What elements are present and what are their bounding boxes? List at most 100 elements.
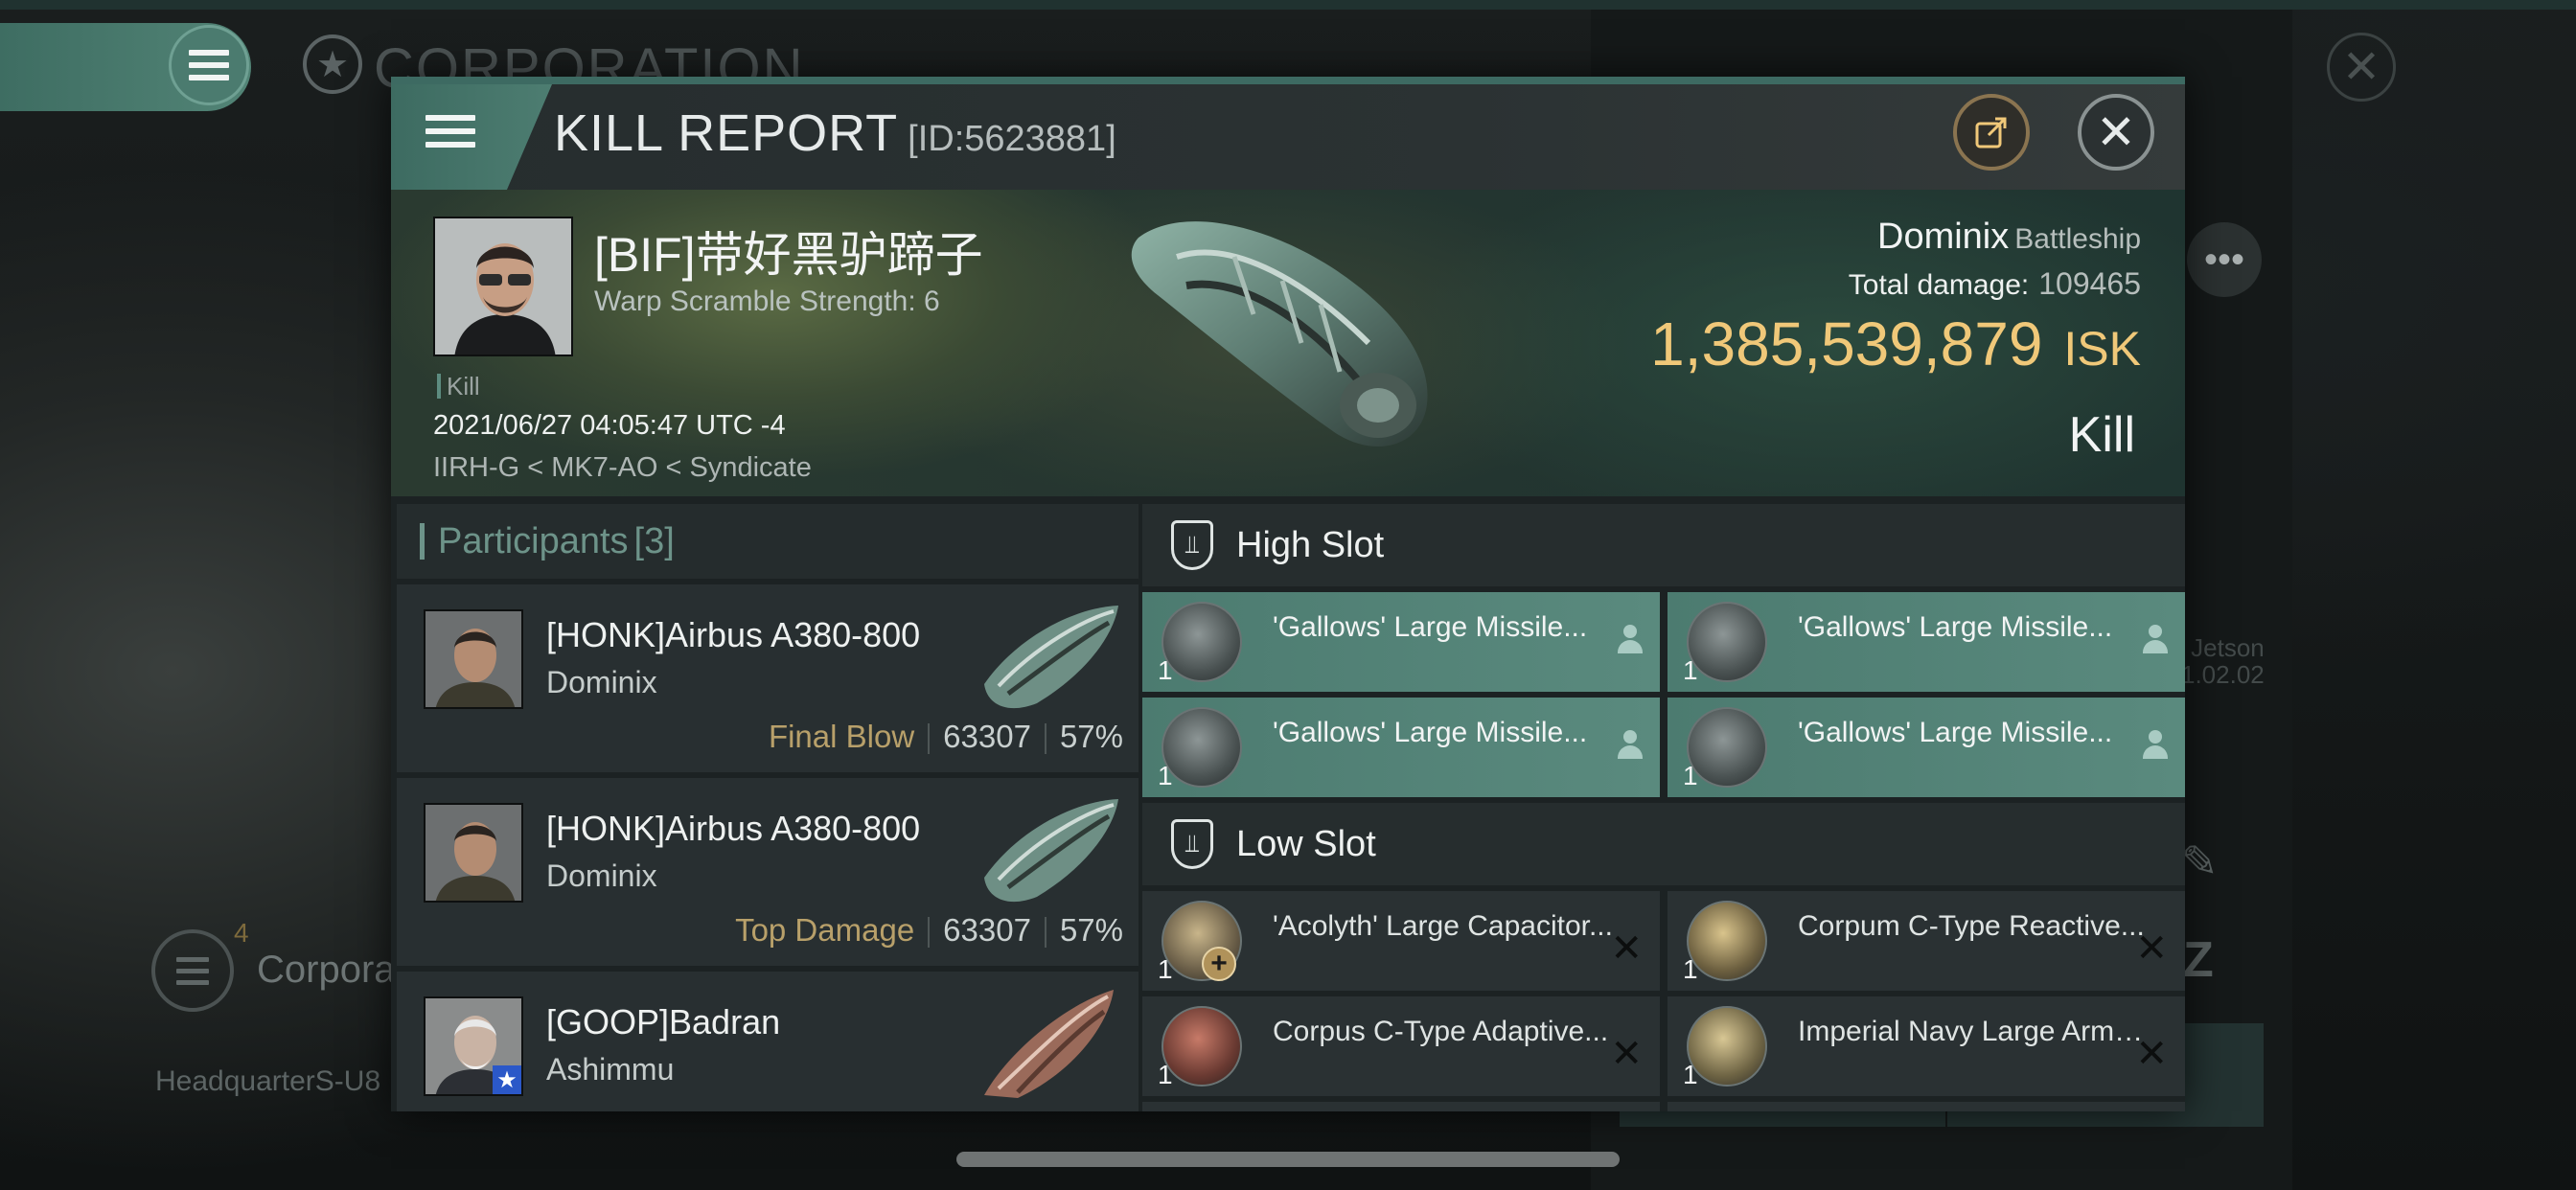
background-close-icon[interactable]: ✕ — [2327, 33, 2396, 102]
high-slot-icon: ⫫ — [1171, 520, 1213, 570]
victim-portrait-image — [435, 218, 571, 355]
person-icon — [2141, 730, 2168, 763]
armor-hardener-icon — [1162, 1006, 1242, 1087]
more-options-icon[interactable]: ••• — [2187, 222, 2262, 297]
high-slot-header: ⫫ High Slot — [1142, 504, 2185, 586]
total-damage-value: 109465 — [2038, 266, 2141, 301]
title-text: KILL REPORT — [554, 104, 899, 162]
hq-label: Headquarter — [155, 1065, 315, 1097]
participants-header: Participants [3] — [397, 504, 1138, 579]
participants-count: [3] — [633, 520, 675, 561]
participant-name: [HONK]Airbus A380-800 — [546, 809, 921, 848]
participant-ship: Dominix — [546, 665, 657, 699]
module-item[interactable]: 1 'Gallows' Large Missile... — [1142, 698, 1660, 797]
home-indicator[interactable] — [956, 1152, 1620, 1167]
module-quantity: 1 — [1158, 761, 1173, 790]
person-icon — [1616, 625, 1643, 657]
menu-icon — [426, 115, 475, 148]
background-side-text: Jetson 1.02.02 — [2181, 634, 2265, 688]
module-quantity: 1 — [1683, 1060, 1698, 1089]
module-name: 'Gallows' Large Missile... — [1798, 611, 2113, 643]
side-text-2: 1.02.02 — [2181, 660, 2265, 689]
close-icon[interactable]: ✕ — [2078, 94, 2154, 171]
participant-row[interactable]: [HONK]Airbus A380-800 Dominix Top Damage… — [397, 778, 1138, 966]
participant-portrait-image — [426, 805, 521, 901]
kill-report-title: KILL REPORT [ID:5623881] — [554, 103, 1116, 163]
participants-panel: Participants [3] [HONK]Airbus A380-800 Do… — [397, 504, 1138, 1111]
module-item[interactable]: 1 'Gallows' Large Missile... — [1668, 592, 2185, 692]
participant-stats: Final Blow 63307 57% — [769, 719, 1123, 755]
module-item[interactable]: 1 Corpus C-Type Adaptive... ✕ — [1142, 996, 1660, 1096]
share-button[interactable] — [1953, 94, 2030, 171]
edit-icon[interactable]: ✎ — [2181, 835, 2219, 887]
sleep-settings-icon[interactable]: Z — [2183, 931, 2214, 989]
module-item[interactable]: 1 Corpum C-Type Reactive... ✕ — [1668, 891, 2185, 991]
low-slot-grid: + 1 'Acolyth' Large Capacitor... ✕ 1 Cor… — [1142, 885, 2185, 1111]
participant-row[interactable]: [HONK]Airbus A380-800 Dominix Final Blow… — [397, 584, 1138, 772]
kill-date: 2021/06/27 04:05:47 UTC -4 — [433, 410, 786, 441]
main-menu-button[interactable] — [169, 25, 249, 105]
participant-ship-icon — [984, 799, 1118, 903]
participant-percent: 57% — [1059, 719, 1123, 754]
participant-stats: Top Damage 63307 57% — [735, 912, 1123, 949]
participant-portrait[interactable]: ★ — [424, 996, 523, 1096]
missile-launcher-icon — [1162, 602, 1242, 682]
missile-launcher-icon — [1687, 707, 1767, 788]
module-name: 'Gallows' Large Missile... — [1273, 717, 1588, 748]
corporation-count: 4 — [234, 918, 249, 948]
star-badge-icon: ★ — [493, 1065, 521, 1094]
module-item[interactable]: 1 Imperial Navy Large Armor... ✕ — [1668, 996, 2185, 1096]
participants-header-bar — [420, 523, 425, 560]
participant-portrait[interactable] — [424, 803, 523, 903]
isk-value-line: 1,385,539,879 ISK — [1650, 309, 2141, 379]
menu-icon — [189, 50, 229, 80]
module-name: Corpus C-Type Adaptive... — [1273, 1016, 1609, 1047]
module-quantity: 1 — [1683, 761, 1698, 790]
divider — [1044, 917, 1046, 949]
high-slot-label: High Slot — [1236, 524, 1385, 565]
side-text-1: Jetson — [2191, 633, 2265, 662]
kill-tag: Kill — [437, 374, 480, 399]
list-icon — [176, 956, 209, 985]
total-damage-line: Total damage: 109465 — [1849, 266, 2141, 302]
module-name: 'Gallows' Large Missile... — [1798, 717, 2113, 748]
corporation-star-icon: ★ — [303, 34, 362, 94]
kill-report-id: [ID:5623881] — [908, 119, 1116, 159]
participant-percent: 57% — [1059, 912, 1123, 948]
destroyed-icon: ✕ — [2135, 1033, 2168, 1075]
victim-ship-line: Dominix Battleship — [1877, 217, 2141, 258]
low-slot-label: Low Slot — [1236, 823, 1376, 864]
divider — [928, 917, 931, 949]
participant-portrait-image — [426, 611, 521, 707]
module-item[interactable]: 1 'Gallows' Large Missile... — [1668, 698, 2185, 797]
participant-ship-icon — [984, 606, 1118, 709]
participant-portrait[interactable] — [424, 609, 523, 709]
module-name: 'Acolyth' Large Capacitor... — [1273, 910, 1613, 942]
participant-ship: Dominix — [546, 858, 657, 893]
fitting-panel: ⫫ High Slot 1 'Gallows' Large Missile...… — [1142, 504, 2185, 1111]
participant-ship: Ashimmu — [546, 1052, 675, 1087]
divider — [928, 723, 931, 755]
module-item[interactable] — [1142, 1102, 1660, 1111]
person-icon — [1616, 730, 1643, 763]
armor-hardener-icon — [1687, 901, 1767, 981]
low-slot-header: ⫫ Low Slot — [1142, 803, 2185, 885]
hq-value: S-U8 — [314, 1065, 381, 1097]
destroyed-icon: ✕ — [1610, 1033, 1643, 1075]
modal-accent-bar — [391, 77, 2185, 84]
module-quantity: 1 — [1683, 655, 1698, 685]
victim-ship-class: Battleship — [2014, 223, 2141, 255]
corporation-menu-button[interactable] — [151, 929, 234, 1012]
victim-summary: [BIF]带好黑驴蹄子 Warp Scramble Strength: 6 Ki… — [391, 190, 2185, 496]
participant-ship-icon — [984, 990, 1114, 1098]
module-name: 'Gallows' Large Missile... — [1273, 611, 1588, 643]
victim-ship-name[interactable]: Dominix — [1877, 217, 2009, 257]
destroyed-icon: ✕ — [2135, 927, 2168, 970]
isk-value: 1,385,539,879 — [1650, 309, 2043, 378]
top-damage-tag: Top Damage — [735, 912, 915, 948]
victim-portrait[interactable] — [433, 217, 573, 356]
participant-row[interactable]: ★ [GOOP]Badran Ashimmu — [397, 972, 1138, 1111]
module-item[interactable] — [1668, 1102, 2185, 1111]
module-item[interactable]: 1 'Gallows' Large Missile... — [1142, 592, 1660, 692]
module-item[interactable]: + 1 'Acolyth' Large Capacitor... ✕ — [1142, 891, 1660, 991]
